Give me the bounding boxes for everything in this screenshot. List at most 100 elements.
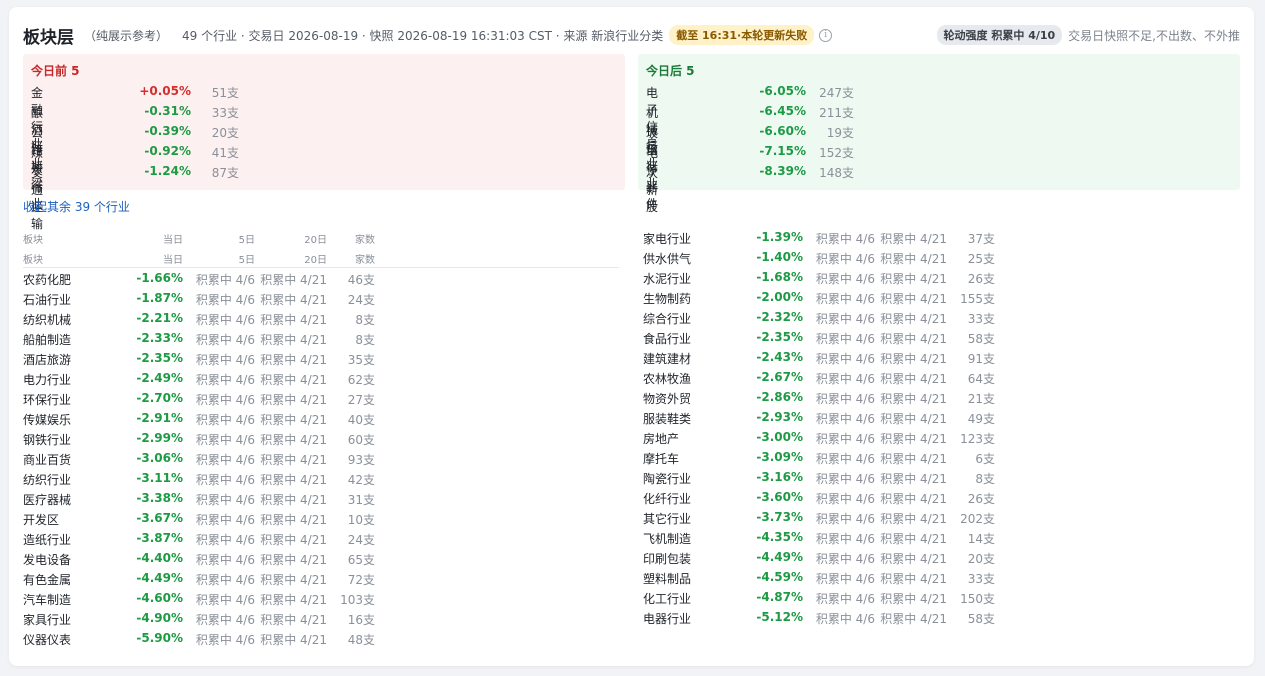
table-row[interactable]: 陶瓷行业 -3.16% 积累中 4/6 积累中 4/21 8支 xyxy=(643,467,1241,487)
table-row[interactable]: 综合行业 -2.32% 积累中 4/6 积累中 4/21 33支 xyxy=(643,307,1241,327)
sector-20d-change: 积累中 4/21 xyxy=(260,373,327,387)
sector-5d-change: 积累中 4/6 xyxy=(195,573,255,587)
sector-stock-count: 25支 xyxy=(967,252,995,266)
table-row[interactable]: 有色金属 -4.49% 积累中 4/6 积累中 4/21 72支 xyxy=(23,568,621,588)
rotation-strength-badge: 轮动强度 积累中 4/10 xyxy=(936,25,1063,45)
table-row[interactable]: 生物制药 -2.00% 积累中 4/6 积累中 4/21 155支 xyxy=(643,287,1241,307)
table-row[interactable]: 船舶制造 -2.33% 积累中 4/6 积累中 4/21 8支 xyxy=(23,328,621,348)
sector-stock-count: 33支 xyxy=(967,572,995,586)
table-row[interactable]: 汽车制造 -4.60% 积累中 4/6 积累中 4/21 103支 xyxy=(23,588,621,608)
table-row[interactable]: 酒店旅游 -2.35% 积累中 4/6 积累中 4/21 35支 xyxy=(23,348,621,368)
sector-day-change: -2.35% xyxy=(756,330,803,344)
sector-day-change: -4.60% xyxy=(136,591,183,605)
col-header-count[interactable]: 家数 xyxy=(327,231,375,246)
table-row[interactable]: 商业百货 -3.06% 积累中 4/6 积累中 4/21 93支 xyxy=(23,448,621,468)
sector-stock-count: 19支 xyxy=(826,126,854,140)
sector-day-change: -2.33% xyxy=(136,331,183,345)
sector-20d-change: 积累中 4/21 xyxy=(880,412,947,426)
table-row[interactable]: 家具行业 -4.90% 积累中 4/6 积累中 4/21 16支 xyxy=(23,608,621,628)
table-row[interactable]: 其它行业 -3.73% 积累中 4/6 积累中 4/21 202支 xyxy=(643,507,1241,527)
sector-day-change: -1.87% xyxy=(136,291,183,305)
table-row[interactable]: 物资外贸 -2.86% 积累中 4/6 积累中 4/21 21支 xyxy=(643,387,1241,407)
sector-stock-count: 58支 xyxy=(967,332,995,346)
sector-day-change: -1.24% xyxy=(144,164,191,178)
table-row[interactable]: 化工行业 -4.87% 积累中 4/6 积累中 4/21 150支 xyxy=(643,587,1241,607)
sector-20d-change: 积累中 4/21 xyxy=(880,532,947,546)
sector-day-change: -4.49% xyxy=(136,571,183,585)
sector-5d-change: 积累中 4/6 xyxy=(195,493,255,507)
table-row[interactable]: 传媒娱乐 -2.91% 积累中 4/6 积累中 4/21 40支 xyxy=(23,408,621,428)
table-row[interactable]: 钢铁行业 -2.99% 积累中 4/6 积累中 4/21 60支 xyxy=(23,428,621,448)
table-row[interactable]: 建筑建材 -2.43% 积累中 4/6 积累中 4/21 91支 xyxy=(643,347,1241,367)
sector-day-change: -1.66% xyxy=(136,271,183,285)
sector-20d-change: 积累中 4/21 xyxy=(880,492,947,506)
col-header-name[interactable]: 板块 xyxy=(23,231,43,246)
table-row[interactable]: 服装鞋类 -2.93% 积累中 4/6 积累中 4/21 49支 xyxy=(643,407,1241,427)
sector-20d-change: 积累中 4/21 xyxy=(260,433,327,447)
sector-5d-change: 积累中 4/6 xyxy=(815,372,875,386)
sector-day-change: -2.49% xyxy=(136,371,183,385)
sector-name: 商业百货 xyxy=(23,453,72,467)
sector-day-change: -2.86% xyxy=(756,390,803,404)
table-row[interactable]: 电器行业 -5.12% 积累中 4/6 积累中 4/21 58支 xyxy=(643,607,1241,627)
table-row[interactable]: 摩托车 -3.09% 积累中 4/6 积累中 4/21 6支 xyxy=(643,447,1241,467)
col-header-5d[interactable]: 5日 xyxy=(183,231,255,246)
sector-20d-change: 积累中 4/21 xyxy=(880,232,947,246)
table-row[interactable]: 飞机制造 -4.35% 积累中 4/6 积累中 4/21 14支 xyxy=(643,527,1241,547)
sector-20d-change: 积累中 4/21 xyxy=(260,453,327,467)
sector-stock-count: 48支 xyxy=(347,633,375,647)
table-row[interactable]: 家电行业 -1.39% 积累中 4/6 积累中 4/21 37支 xyxy=(643,227,1241,247)
sector-name: 供水供气 xyxy=(643,252,692,266)
table-row[interactable]: 房地产 -3.00% 积累中 4/6 积累中 4/21 123支 xyxy=(643,427,1241,447)
col-header-day[interactable]: 当日 xyxy=(89,251,183,266)
sector-20d-change: 积累中 4/21 xyxy=(880,332,947,346)
table-row[interactable]: 医疗器械 -3.38% 积累中 4/6 积累中 4/21 31支 xyxy=(23,488,621,508)
col-header-20d[interactable]: 20日 xyxy=(255,251,327,266)
sector-name: 生物制药 xyxy=(643,292,692,306)
sector-stock-count: 20支 xyxy=(211,126,239,140)
col-header-name[interactable]: 板块 xyxy=(23,251,43,266)
sector-5d-change: 积累中 4/6 xyxy=(815,352,875,366)
table-row[interactable]: 农药化肥 -1.66% 积累中 4/6 积累中 4/21 46支 xyxy=(23,268,621,288)
sector-5d-change: 积累中 4/6 xyxy=(195,373,255,387)
table-row[interactable]: 化纤行业 -3.60% 积累中 4/6 积累中 4/21 26支 xyxy=(643,487,1241,507)
sector-day-change: -3.09% xyxy=(756,450,803,464)
table-row[interactable]: 造纸行业 -3.87% 积累中 4/6 积累中 4/21 24支 xyxy=(23,528,621,548)
sector-5d-change: 积累中 4/6 xyxy=(195,333,255,347)
col-header-count[interactable]: 家数 xyxy=(327,251,375,266)
table-row[interactable]: 食品行业 -2.35% 积累中 4/6 积累中 4/21 58支 xyxy=(643,327,1241,347)
table-row[interactable]: 仪器仪表 -5.90% 积累中 4/6 积累中 4/21 48支 xyxy=(23,628,621,648)
sector-stock-count: 16支 xyxy=(347,613,375,627)
col-header-20d[interactable]: 20日 xyxy=(255,231,327,246)
collapse-remaining-link[interactable]: 收起其余 39 个行业 xyxy=(23,198,130,215)
table-row[interactable]: 纺织机械 -2.21% 积累中 4/6 积累中 4/21 8支 xyxy=(23,308,621,328)
sector-5d-change: 积累中 4/6 xyxy=(195,473,255,487)
table-row[interactable]: 印刷包装 -4.49% 积累中 4/6 积累中 4/21 20支 xyxy=(643,547,1241,567)
table-row[interactable]: 开发区 -3.67% 积累中 4/6 积累中 4/21 10支 xyxy=(23,508,621,528)
table-row[interactable]: 农林牧渔 -2.67% 积累中 4/6 积累中 4/21 64支 xyxy=(643,367,1241,387)
sector-stock-count: 87支 xyxy=(211,166,239,180)
table-row[interactable]: 石油行业 -1.87% 积累中 4/6 积累中 4/21 24支 xyxy=(23,288,621,308)
sector-name: 酒店旅游 xyxy=(23,353,72,367)
sector-day-change: -2.93% xyxy=(756,410,803,424)
col-header-5d[interactable]: 5日 xyxy=(183,251,255,266)
table-row[interactable]: 发电设备 -4.40% 积累中 4/6 积累中 4/21 65支 xyxy=(23,548,621,568)
sector-5d-change: 积累中 4/6 xyxy=(815,272,875,286)
sector-name: 纺织行业 xyxy=(23,473,72,487)
sector-day-change: -6.45% xyxy=(759,104,806,118)
sector-stock-count: 72支 xyxy=(347,573,375,587)
table-row[interactable]: 纺织行业 -3.11% 积累中 4/6 积累中 4/21 42支 xyxy=(23,468,621,488)
table-row[interactable]: 环保行业 -2.70% 积累中 4/6 积累中 4/21 27支 xyxy=(23,388,621,408)
col-header-day[interactable]: 当日 xyxy=(89,231,183,246)
sector-name: 综合行业 xyxy=(643,312,692,326)
table-row[interactable]: 电力行业 -2.49% 积累中 4/6 积累中 4/21 62支 xyxy=(23,368,621,388)
sector-20d-change: 积累中 4/21 xyxy=(880,252,947,266)
sector-name: 飞机制造 xyxy=(643,532,692,546)
table-row[interactable]: 水泥行业 -1.68% 积累中 4/6 积累中 4/21 26支 xyxy=(643,267,1241,287)
table-row[interactable]: 塑料制品 -4.59% 积累中 4/6 积累中 4/21 33支 xyxy=(643,567,1241,587)
table-row[interactable]: 供水供气 -1.40% 积累中 4/6 积累中 4/21 25支 xyxy=(643,247,1241,267)
sector-stock-count: 26支 xyxy=(967,492,995,506)
sector-5d-change: 积累中 4/6 xyxy=(815,292,875,306)
sector-5d-change: 积累中 4/6 xyxy=(815,232,875,246)
info-icon[interactable]: i xyxy=(819,28,833,42)
